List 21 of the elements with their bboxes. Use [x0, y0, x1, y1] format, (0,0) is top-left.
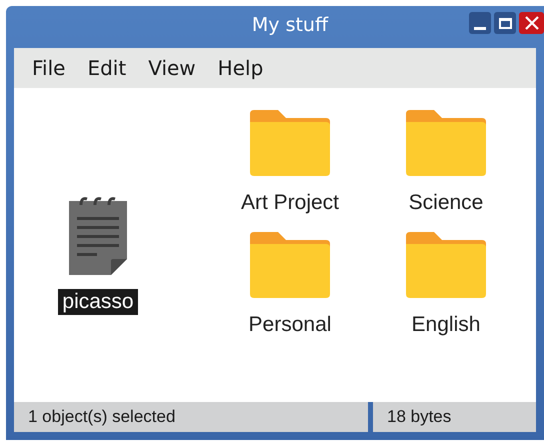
status-text: 18 bytes	[373, 402, 536, 432]
folder-icon	[248, 110, 332, 178]
folder-label[interactable]: English	[408, 312, 484, 338]
menu-item[interactable]: Help	[218, 53, 264, 83]
close-icon	[524, 16, 538, 30]
maximize-button[interactable]	[494, 12, 516, 34]
file-label[interactable]: picasso	[58, 289, 138, 315]
status-text: 1 object(s) selected	[14, 402, 368, 432]
menu-item[interactable]: Edit	[87, 53, 126, 83]
notepad-icon	[66, 195, 129, 277]
folder-label[interactable]: Science	[404, 190, 488, 216]
minimize-button[interactable]	[469, 12, 491, 34]
folder-label[interactable]: Personal	[244, 312, 336, 338]
folder-icon	[404, 232, 488, 300]
close-button[interactable]	[519, 12, 544, 34]
menu-item[interactable]: View	[148, 53, 196, 83]
folder-label[interactable]: Art Project	[236, 190, 344, 216]
folder-icon	[404, 110, 488, 178]
folder-icon	[248, 232, 332, 300]
window-title: My stuff	[250, 12, 328, 38]
menu-item[interactable]: File	[32, 53, 66, 83]
